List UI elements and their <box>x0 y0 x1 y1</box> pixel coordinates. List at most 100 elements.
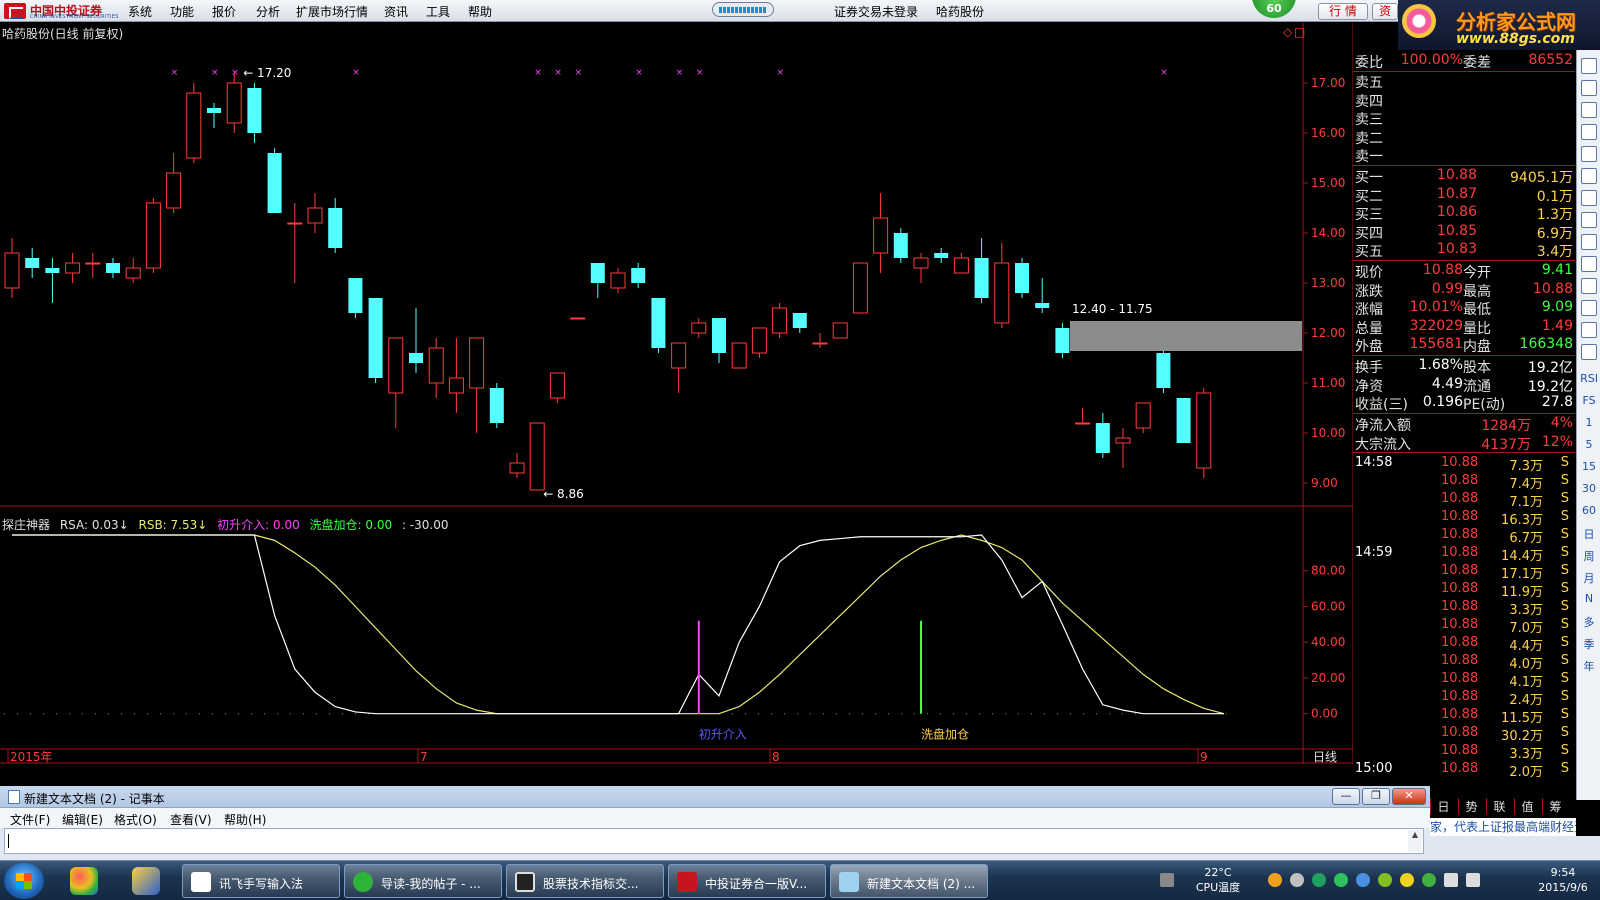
candle-body[interactable] <box>852 262 868 314</box>
leaf-icon[interactable] <box>1378 873 1392 887</box>
rsb-line[interactable] <box>12 534 1225 715</box>
color-app-icon[interactable] <box>70 867 98 895</box>
period-12[interactable]: 季 <box>1579 636 1599 652</box>
square-icon[interactable]: □ <box>1294 25 1305 39</box>
candle-body[interactable] <box>570 317 586 320</box>
candle-body[interactable] <box>751 327 767 354</box>
candle-body[interactable] <box>85 262 101 265</box>
period-0[interactable]: RSI <box>1579 372 1599 385</box>
user-icon[interactable] <box>1268 873 1282 887</box>
period-11[interactable]: 多 <box>1579 614 1599 630</box>
network-icon[interactable] <box>1444 873 1458 887</box>
table-icon[interactable] <box>1581 124 1597 140</box>
clock[interactable]: 9:54 2015/9/6 <box>1528 865 1598 895</box>
download-icon[interactable] <box>1581 80 1597 96</box>
kline-chart[interactable]: ◇ □ 17.00 16.00 15.00 14.00 13.00 12.00 11.00 10.… <box>0 23 1353 764</box>
candle-body[interactable] <box>428 347 444 384</box>
list-icon[interactable] <box>1581 300 1597 316</box>
chart-icon[interactable] <box>1581 344 1597 360</box>
candle-body[interactable] <box>610 272 626 289</box>
f12-icon[interactable] <box>1581 278 1597 294</box>
candle-body[interactable] <box>1015 263 1029 293</box>
candle-body[interactable] <box>832 322 848 339</box>
plus-icon[interactable] <box>1400 873 1414 887</box>
candle-body[interactable] <box>186 92 202 159</box>
candle-body[interactable] <box>913 257 929 269</box>
tab-day[interactable]: 日 <box>1430 798 1456 814</box>
candle-body[interactable] <box>267 153 282 213</box>
score-badge[interactable]: 60 <box>1252 0 1296 18</box>
candle-body[interactable] <box>65 262 81 274</box>
candle-body[interactable] <box>328 208 343 248</box>
period-4[interactable]: 15 <box>1579 460 1599 473</box>
candle-body[interactable] <box>1035 303 1050 308</box>
period-label[interactable]: 日线 <box>1313 750 1337 764</box>
candle-body[interactable] <box>368 298 383 378</box>
period-6[interactable]: 60 <box>1579 504 1599 517</box>
period-1[interactable]: FS <box>1579 394 1599 407</box>
login-status[interactable]: 证券交易未登录 <box>834 3 918 20</box>
menu-analysis[interactable]: 分析 <box>256 3 280 20</box>
minimize-button[interactable]: — <box>1332 788 1360 805</box>
candle-body[interactable] <box>893 233 908 258</box>
candle-body[interactable] <box>671 342 687 369</box>
period-10[interactable]: N <box>1579 592 1599 605</box>
image-icon[interactable] <box>1356 873 1370 887</box>
candle-body[interactable] <box>106 263 120 273</box>
candle-body[interactable] <box>509 462 525 474</box>
candle-body[interactable] <box>1095 423 1110 453</box>
shield-icon[interactable] <box>1312 873 1326 887</box>
candle-body[interactable] <box>651 298 666 348</box>
candle-body[interactable] <box>25 258 40 268</box>
candle-body[interactable] <box>1135 402 1151 429</box>
candle-body[interactable] <box>409 353 423 363</box>
menu-system[interactable]: 系统 <box>128 3 152 20</box>
period-13[interactable]: 年 <box>1579 658 1599 674</box>
menu-help[interactable]: 帮助 <box>468 3 492 20</box>
candle-body[interactable] <box>166 172 182 209</box>
period-3[interactable]: 5 <box>1579 438 1599 451</box>
quote-button[interactable]: 行 情 <box>1318 3 1368 20</box>
rsa-line[interactable] <box>12 534 1224 715</box>
candle-body[interactable] <box>469 337 485 389</box>
menu-tools[interactable]: 工具 <box>426 3 450 20</box>
info-button[interactable]: 资 <box>1372 3 1398 20</box>
period-8[interactable]: 周 <box>1579 548 1599 564</box>
candle-body[interactable] <box>1115 437 1131 444</box>
green-circle-icon[interactable] <box>1334 873 1348 887</box>
candle-body[interactable] <box>812 342 828 345</box>
candle-body[interactable] <box>772 307 788 334</box>
candle-body[interactable] <box>974 258 989 298</box>
task-notepad[interactable]: 新建文本文档 (2) ... <box>830 864 988 898</box>
candle-body[interactable] <box>145 202 161 269</box>
scroll-up-icon[interactable]: ▲ <box>1408 830 1422 852</box>
volume-icon[interactable] <box>1466 873 1480 887</box>
refresh-icon[interactable] <box>1581 58 1597 74</box>
diamond-icon[interactable]: ◇ <box>1283 25 1293 39</box>
candle-body[interactable] <box>691 322 707 334</box>
tab-trend[interactable]: 势 <box>1458 798 1484 814</box>
tab-value[interactable]: 值 <box>1514 798 1540 814</box>
candle-body[interactable] <box>45 268 60 273</box>
tab-chips[interactable]: 筹 <box>1542 798 1568 814</box>
notepad-text-area[interactable]: ▲ <box>4 828 1424 854</box>
candle-body[interactable] <box>4 252 20 289</box>
keyboard-icon[interactable] <box>1160 873 1174 887</box>
candle-body[interactable] <box>953 257 969 274</box>
candle-body[interactable] <box>489 388 504 423</box>
book-icon[interactable] <box>1581 256 1597 272</box>
candle-body[interactable] <box>1055 328 1070 353</box>
np-menu-edit[interactable]: 编辑(E) <box>62 811 103 828</box>
candle-body[interactable] <box>1075 422 1091 425</box>
candle-body[interactable] <box>1196 392 1212 469</box>
candle-body[interactable] <box>287 222 303 225</box>
candle-body[interactable] <box>731 342 747 369</box>
menu-quote[interactable]: 报价 <box>212 3 236 20</box>
candle-body[interactable] <box>307 207 323 224</box>
candle-body[interactable] <box>792 313 807 328</box>
candle-body[interactable] <box>348 278 363 313</box>
line-chart-icon[interactable] <box>1581 146 1597 162</box>
candle-body[interactable] <box>207 108 221 113</box>
candle-body[interactable] <box>712 318 726 353</box>
settings-icon[interactable] <box>1581 322 1597 338</box>
